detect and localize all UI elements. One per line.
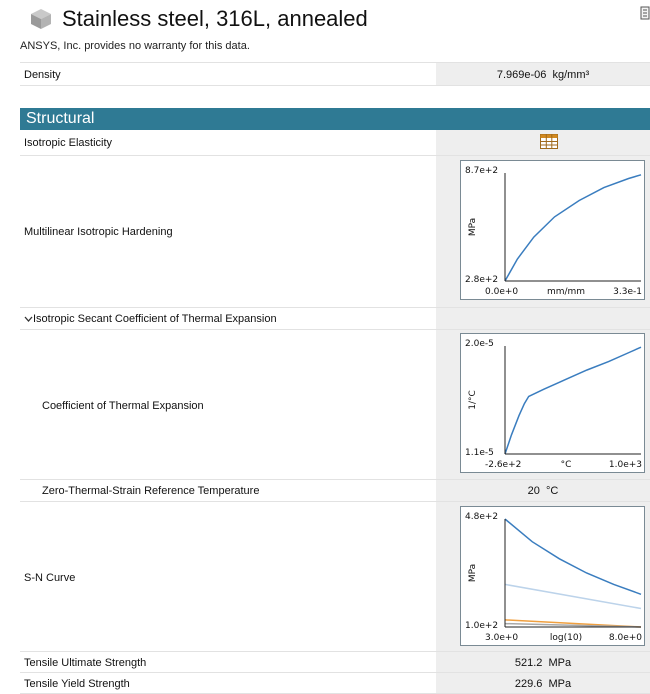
sn-curve-label: S-N Curve — [24, 572, 76, 584]
y-axis-label: MPa — [468, 564, 478, 582]
x-min-tick-label: 0.0e+0 — [485, 287, 518, 297]
density-value: 7.969e-06 kg/mm³ — [496, 69, 590, 81]
y-max-tick-label: 8.7e+2 — [465, 166, 498, 176]
x-max-tick-label: 8.0e+0 — [609, 633, 642, 643]
tensile-yield-label: Tensile Yield Strength — [24, 678, 130, 690]
warranty-disclaimer: ANSYS, Inc. provides no warranty for thi… — [20, 40, 250, 52]
tensile-ultimate-value-cell[interactable]: 521.2 MPa — [436, 652, 650, 672]
material-header: Stainless steel, 316L, annealed ANSYS, I… — [0, 0, 650, 62]
y-max-tick-label: 2.0e-5 — [465, 339, 494, 349]
y-axis-label: MPa — [468, 218, 478, 236]
reference-temperature-row: Zero-Thermal-Strain Reference Temperatur… — [20, 480, 650, 502]
y-min-tick-label: 1.1e-5 — [465, 448, 494, 458]
document-icon[interactable] — [640, 6, 650, 20]
structural-section-title: Structural — [26, 110, 95, 127]
material-cube-icon — [31, 9, 51, 29]
density-value-cell[interactable]: 7.969e-06 kg/mm³ — [436, 63, 650, 85]
chart-plot: 8.7e+2 2.8e+2 0.0e+0 3.3e-1 mm/mm MPa — [465, 166, 642, 297]
sn-curve-chart[interactable]: 4.8e+2 1.0e+2 3.0e+0 8.0e+0 log(10) MPa — [460, 506, 645, 646]
x-axis-label: log(10) — [550, 633, 582, 643]
tensile-yield-value-cell[interactable]: 229.6 MPa — [436, 673, 650, 693]
chart-plot: 4.8e+2 1.0e+2 3.0e+0 8.0e+0 log(10) MPa — [465, 512, 642, 643]
reference-temperature-value-cell[interactable]: 20 °C — [436, 480, 650, 501]
tensile-yield-row: Tensile Yield Strength 229.6 MPa — [20, 673, 650, 694]
series-line-0 — [504, 346, 642, 455]
x-max-tick-label: 1.0e+3 — [609, 460, 642, 470]
tensile-ultimate-row: Tensile Ultimate Strength 521.2 MPa — [20, 652, 650, 673]
x-min-tick-label: 3.0e+0 — [485, 633, 518, 643]
reference-temperature-value: 20 °C — [527, 485, 559, 497]
y-min-tick-label: 2.8e+2 — [465, 275, 498, 285]
isotropic-elasticity-value-cell — [436, 130, 650, 155]
y-max-tick-label: 4.8e+2 — [465, 512, 498, 522]
x-min-tick-label: -2.6e+2 — [485, 460, 521, 470]
y-axis-label: 1/°C — [468, 390, 478, 410]
series-line-1 — [504, 583, 642, 610]
hardening-chart[interactable]: 8.7e+2 2.8e+2 0.0e+0 3.3e-1 mm/mm MPa — [460, 160, 645, 300]
tensile-ultimate-value: 521.2 MPa — [514, 657, 572, 669]
material-title: Stainless steel, 316L, annealed — [62, 6, 368, 31]
thermal-expansion-group: Isotropic Secant Coefficient of Thermal … — [24, 313, 277, 325]
reference-temperature-label: Zero-Thermal-Strain Reference Temperatur… — [42, 485, 260, 497]
x-axis-label: mm/mm — [547, 287, 585, 297]
x-axis-label: °C — [561, 460, 572, 470]
thermal-expansion-group-value-cell — [436, 308, 650, 329]
hardening-label: Multilinear Isotropic Hardening — [24, 226, 173, 238]
cte-label: Coefficient of Thermal Expansion — [42, 400, 204, 412]
cte-chart[interactable]: 2.0e-5 1.1e-5 -2.6e+2 1.0e+3 °C 1/°C — [460, 333, 645, 473]
density-row: Density 7.969e-06 kg/mm³ — [20, 62, 650, 86]
density-label: Density — [24, 69, 61, 81]
y-min-tick-label: 1.0e+2 — [465, 621, 498, 631]
isotropic-elasticity-row: Isotropic Elasticity — [20, 130, 650, 156]
series-line-0 — [504, 174, 642, 282]
table-icon[interactable] — [540, 134, 558, 149]
x-max-tick-label: 3.3e-1 — [613, 287, 642, 297]
chart-plot: 2.0e-5 1.1e-5 -2.6e+2 1.0e+3 °C 1/°C — [465, 339, 642, 470]
isotropic-elasticity-label: Isotropic Elasticity — [24, 137, 113, 149]
tensile-ultimate-label: Tensile Ultimate Strength — [24, 657, 147, 669]
structural-section-header[interactable]: Structural — [20, 108, 650, 130]
thermal-expansion-group-row[interactable]: Isotropic Secant Coefficient of Thermal … — [20, 308, 650, 330]
series-line-0 — [504, 518, 642, 596]
chevron-down-icon[interactable] — [24, 316, 33, 323]
tensile-yield-value: 229.6 MPa — [514, 678, 572, 690]
